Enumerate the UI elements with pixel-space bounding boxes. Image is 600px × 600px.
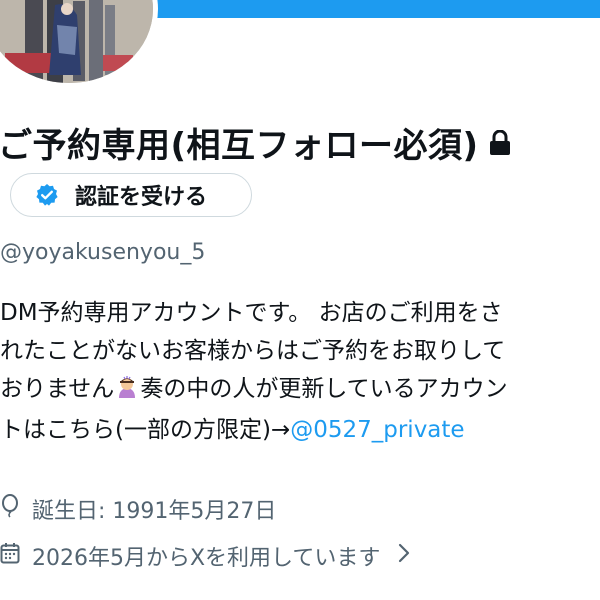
- bio-text: おりません: [0, 376, 115, 402]
- birthday-text: 誕生日: 1991年5月27日: [32, 499, 277, 524]
- chevron-right-icon[interactable]: [398, 543, 410, 569]
- bio-line: れたことがないお客様からはご予約をお取りして: [0, 338, 506, 364]
- get-verified-label: 認証を受ける: [75, 185, 208, 210]
- bio-line: DM予約専用アカウントです。 お店のご利用をさ: [0, 300, 503, 326]
- user-handle: @yoyakusenyou_5: [0, 240, 206, 265]
- avatar[interactable]: [0, 0, 158, 88]
- display-name-text: ご予約専用(相互フォロー必須): [0, 126, 479, 166]
- person-bowing-emoji: [115, 373, 139, 411]
- bio-text: 奏の中の人が更新しているアカウン: [140, 376, 508, 402]
- joined-text: 2026年5月からXを利用しています: [32, 546, 381, 571]
- profile-bio: DM予約専用アカウントです。 お店のご利用をさ れたことがないお客様からはご予約…: [0, 294, 600, 449]
- calendar-icon: [0, 542, 20, 570]
- joined-row[interactable]: 2026年5月からXを利用しています: [0, 540, 410, 572]
- balloon-icon: [0, 494, 20, 524]
- birthday-row: 誕生日: 1991年5月27日: [0, 493, 276, 525]
- lock-icon: [489, 123, 511, 167]
- bio-text: トはこちら(一部の方限定)→: [0, 417, 291, 443]
- display-name: ご予約専用(相互フォロー必須): [0, 124, 511, 170]
- get-verified-button[interactable]: 認証を受ける: [10, 173, 252, 217]
- bio-line: トはこちら(一部の方限定)→@0527_private: [0, 411, 600, 449]
- verified-badge-icon: [36, 184, 58, 206]
- profile-page: ご予約専用(相互フォロー必須) 認証を受ける @yoyakusenyou_5 D…: [0, 0, 600, 600]
- bio-line: おりません 奏の中の人が更新しているアカウン: [0, 370, 600, 411]
- mention-link[interactable]: @0527_private: [290, 417, 464, 443]
